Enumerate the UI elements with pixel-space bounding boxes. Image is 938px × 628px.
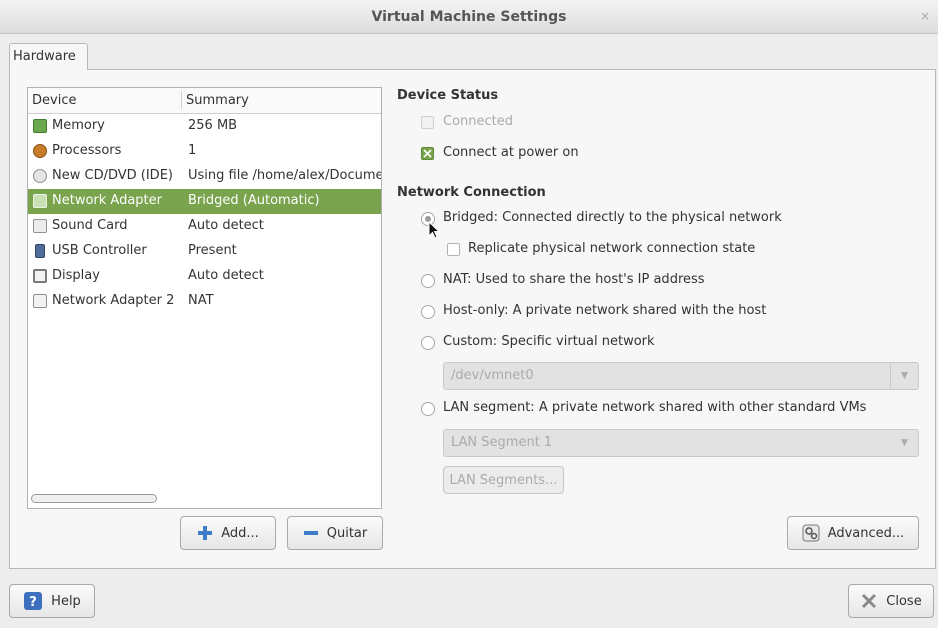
advanced-button[interactable]: Advanced... xyxy=(787,516,919,550)
network-connection-title: Network Connection xyxy=(397,185,546,200)
device-summary: 256 MB xyxy=(188,118,238,133)
usb-icon xyxy=(35,244,45,258)
custom-network-combo[interactable]: /dev/vmnet0 ▼ xyxy=(443,362,919,390)
custom-network-value: /dev/vmnet0 xyxy=(451,368,534,383)
remove-device-label: Quitar xyxy=(326,525,368,541)
custom-label: Custom: Specific virtual network xyxy=(443,334,655,349)
svg-text:?: ? xyxy=(29,595,37,610)
close-label: Close xyxy=(886,593,922,609)
help-icon: ? xyxy=(24,592,43,610)
tab-hardware-label: Hardware xyxy=(13,49,76,64)
device-row-network-adapter-2[interactable]: Network Adapter 2 NAT xyxy=(28,289,381,314)
replicate-state-label: Replicate physical network connection st… xyxy=(468,241,756,256)
device-summary: Using file /home/alex/Docume xyxy=(188,168,382,183)
device-name: Processors xyxy=(52,143,122,158)
close-icon xyxy=(862,593,877,609)
add-device-label: Add... xyxy=(221,525,259,541)
device-row-memory[interactable]: Memory 256 MB xyxy=(28,114,381,139)
device-name: Display xyxy=(52,268,100,283)
lan-segment-value: LAN Segment 1 xyxy=(451,435,553,450)
column-separator xyxy=(181,91,182,109)
horizontal-scrollbar[interactable] xyxy=(31,494,157,503)
network-adapter-icon xyxy=(33,294,47,308)
device-status-title: Device Status xyxy=(397,88,499,103)
device-summary: NAT xyxy=(188,293,214,308)
advanced-settings-icon xyxy=(802,524,820,542)
lan-segment-combo[interactable]: LAN Segment 1 ▼ xyxy=(443,429,919,457)
mouse-cursor-icon xyxy=(428,221,441,239)
device-row-processors[interactable]: Processors 1 xyxy=(28,139,381,164)
device-row-usb-controller[interactable]: USB Controller Present xyxy=(28,239,381,264)
device-summary: Bridged (Automatic) xyxy=(188,193,320,208)
device-summary: Present xyxy=(188,243,237,258)
device-list-header: Device Summary xyxy=(28,88,381,114)
window-close-icon[interactable]: × xyxy=(920,9,930,23)
chevron-down-icon: ▼ xyxy=(901,438,908,448)
device-summary: Auto detect xyxy=(188,218,264,233)
plus-icon xyxy=(198,526,213,540)
lan-segment-label: LAN segment: A private network shared wi… xyxy=(443,400,867,415)
replicate-state-checkbox[interactable] xyxy=(447,243,460,256)
lan-segment-radio[interactable] xyxy=(421,402,435,416)
help-button[interactable]: ? Help xyxy=(9,584,95,618)
host-only-radio[interactable] xyxy=(421,305,435,319)
nat-radio[interactable] xyxy=(421,274,435,288)
device-name: Network Adapter 2 xyxy=(52,293,175,308)
nat-label: NAT: Used to share the host's IP address xyxy=(443,272,705,287)
close-button[interactable]: Close xyxy=(848,584,934,618)
remove-device-button[interactable]: Quitar xyxy=(287,516,383,550)
display-icon xyxy=(33,269,47,283)
cd-dvd-icon xyxy=(33,169,47,183)
help-label: Help xyxy=(51,593,81,609)
device-row-network-adapter[interactable]: Network Adapter Bridged (Automatic) xyxy=(28,189,381,214)
lan-segments-button[interactable]: LAN Segments... xyxy=(443,466,564,494)
processor-icon xyxy=(33,144,47,158)
chevron-down-icon: ▼ xyxy=(890,363,918,389)
connect-at-power-on-label: Connect at power on xyxy=(443,145,579,160)
device-name: USB Controller xyxy=(52,243,147,258)
device-summary: 1 xyxy=(188,143,197,158)
device-summary: Auto detect xyxy=(188,268,264,283)
title-bar: Virtual Machine Settings × xyxy=(0,0,938,34)
device-name: Memory xyxy=(52,118,105,133)
device-name: Sound Card xyxy=(52,218,128,233)
device-list[interactable]: Device Summary Memory 256 MB Processors … xyxy=(27,87,382,509)
memory-icon xyxy=(33,119,47,133)
connect-at-power-on-checkbox[interactable] xyxy=(421,147,434,160)
dialog-footer xyxy=(0,575,938,628)
summary-column-header[interactable]: Summary xyxy=(186,93,249,108)
device-column-header[interactable]: Device xyxy=(32,93,76,108)
advanced-label: Advanced... xyxy=(827,525,905,541)
add-device-button[interactable]: Add... xyxy=(180,516,276,550)
sound-card-icon xyxy=(33,219,47,233)
connected-label: Connected xyxy=(443,114,514,129)
window-title: Virtual Machine Settings xyxy=(371,9,567,25)
checkmark-icon xyxy=(423,149,432,158)
device-row-sound-card[interactable]: Sound Card Auto detect xyxy=(28,214,381,239)
device-name: New CD/DVD (IDE) xyxy=(52,168,173,183)
device-name: Network Adapter xyxy=(52,193,162,208)
tab-hardware[interactable]: Hardware xyxy=(9,43,88,70)
custom-radio[interactable] xyxy=(421,336,435,350)
minus-icon xyxy=(303,531,318,535)
connected-checkbox[interactable] xyxy=(421,116,434,129)
bridged-label: Bridged: Connected directly to the physi… xyxy=(443,210,782,225)
device-row-display[interactable]: Display Auto detect xyxy=(28,264,381,289)
lan-segments-label: LAN Segments... xyxy=(449,472,558,488)
device-row-cd-dvd[interactable]: New CD/DVD (IDE) Using file /home/alex/D… xyxy=(28,164,381,189)
network-adapter-icon xyxy=(33,194,47,208)
host-only-label: Host-only: A private network shared with… xyxy=(443,303,767,318)
